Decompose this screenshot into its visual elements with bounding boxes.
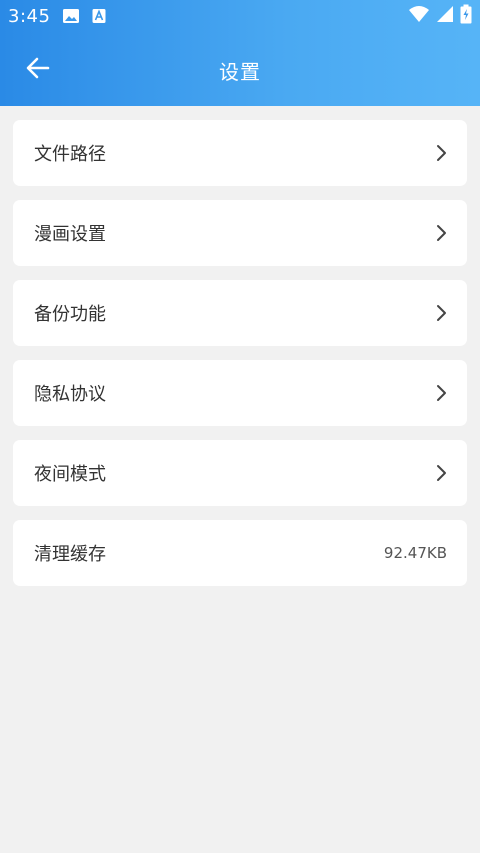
settings-item-clear-cache[interactable]: 清理缓存 92.47KB	[13, 520, 467, 586]
settings-item-label: 隐私协议	[34, 384, 106, 405]
battery-charging-icon	[460, 4, 472, 28]
settings-list: 文件路径 漫画设置 备份功能 隐私协议 夜间模式 清理缓存 92.47KB	[13, 120, 467, 600]
app-header: 3:45 设置	[0, 0, 480, 106]
settings-item-file-path[interactable]: 文件路径	[13, 120, 467, 186]
chevron-right-icon	[435, 224, 447, 242]
wifi-icon	[408, 5, 430, 27]
image-icon	[62, 8, 80, 24]
settings-item-backup[interactable]: 备份功能	[13, 280, 467, 346]
cache-size-value: 92.47KB	[383, 544, 447, 562]
settings-item-privacy[interactable]: 隐私协议	[13, 360, 467, 426]
toolbar: 设置	[0, 32, 480, 106]
chevron-right-icon	[435, 144, 447, 162]
signal-icon	[436, 5, 454, 27]
settings-item-label: 文件路径	[34, 144, 106, 165]
status-bar: 3:45	[0, 0, 480, 32]
settings-item-label: 夜间模式	[34, 464, 106, 485]
settings-item-label: 清理缓存	[34, 544, 106, 565]
chevron-right-icon	[435, 304, 447, 322]
settings-item-comic[interactable]: 漫画设置	[13, 200, 467, 266]
page-title: 设置	[219, 60, 261, 84]
settings-item-night-mode[interactable]: 夜间模式	[13, 440, 467, 506]
chevron-right-icon	[435, 384, 447, 402]
status-time: 3:45	[8, 5, 51, 27]
settings-item-label: 备份功能	[34, 304, 106, 325]
settings-item-label: 漫画设置	[34, 224, 106, 245]
chevron-right-icon	[435, 464, 447, 482]
font-a-icon	[92, 8, 106, 24]
